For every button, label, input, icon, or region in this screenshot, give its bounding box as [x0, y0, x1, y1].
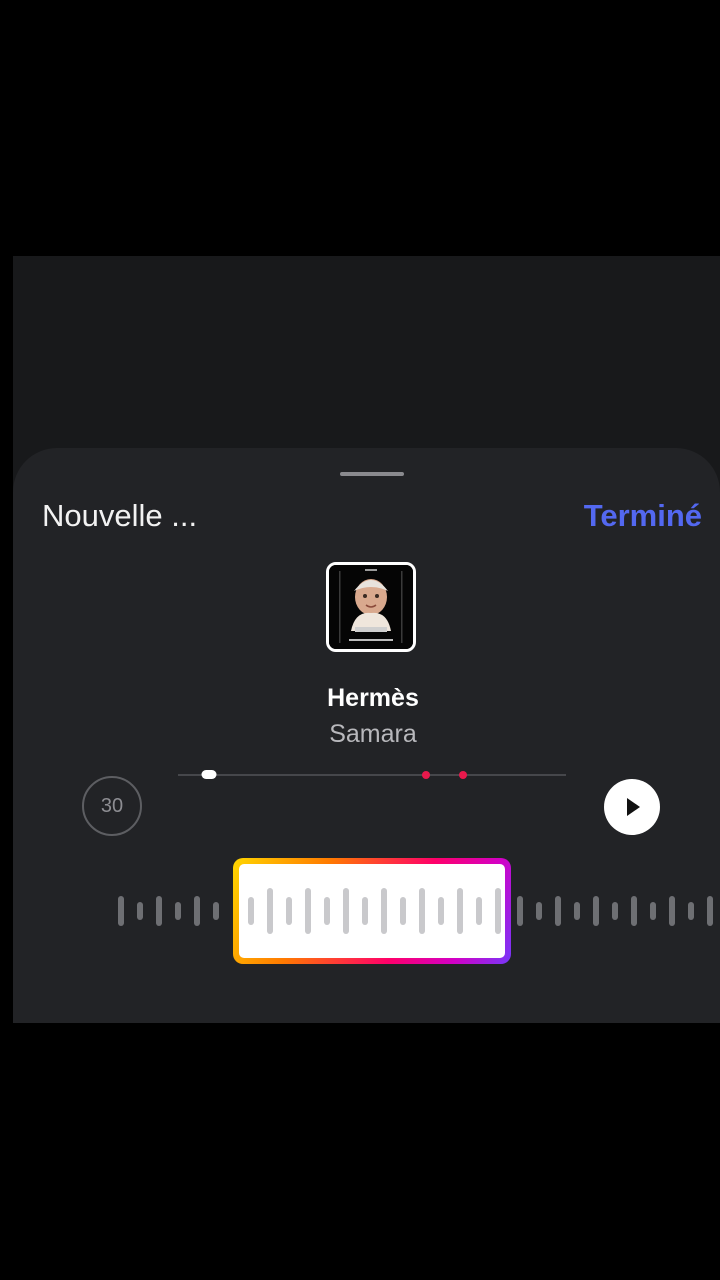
- screen: Nouvelle ... Terminé Hermès Samara 30: [0, 0, 720, 1280]
- waveform-bar: [362, 897, 368, 925]
- waveform-bar: [248, 897, 254, 925]
- waveform-bar: [419, 888, 425, 934]
- play-button[interactable]: [604, 779, 660, 835]
- waveform-bar: [343, 888, 349, 934]
- waveform-bar: [593, 896, 599, 926]
- waveform-bar: [324, 897, 330, 925]
- waveform-bar: [213, 902, 219, 920]
- waveform-bar: [612, 902, 618, 920]
- selected-waveform: [239, 864, 505, 958]
- progress-marker: [422, 771, 431, 779]
- sheet-title: Nouvelle ...: [42, 498, 198, 533]
- waveform-bar: [574, 902, 580, 920]
- waveform-bar: [175, 902, 181, 920]
- waveform-bar: [457, 888, 463, 934]
- waveform-bar: [536, 902, 542, 920]
- waveform-bar: [137, 902, 143, 920]
- waveform-bar: [707, 896, 713, 926]
- waveform-bar: [669, 896, 675, 926]
- track-progress-bar[interactable]: [178, 770, 566, 779]
- progress-thumb[interactable]: [201, 770, 217, 779]
- album-cover-image: [326, 562, 416, 652]
- done-button[interactable]: Terminé: [584, 496, 702, 536]
- waveform-bar: [305, 888, 311, 934]
- waveform-bar: [495, 888, 501, 934]
- waveform-bar: [194, 896, 200, 926]
- play-icon: [627, 798, 640, 816]
- waveform-bar: [438, 897, 444, 925]
- track-title: Hermès: [327, 684, 419, 712]
- waveform-bar: [517, 896, 523, 926]
- sheet-grabber[interactable]: [340, 472, 404, 476]
- waveform-bar: [118, 896, 124, 926]
- waveform-bar: [400, 897, 406, 925]
- waveform-bar: [381, 888, 387, 934]
- music-bottom-sheet: Nouvelle ... Terminé Hermès Samara 30: [13, 448, 720, 1023]
- waveform-bar: [688, 902, 694, 920]
- waveform-bar: [267, 888, 273, 934]
- waveform-bar: [156, 896, 162, 926]
- track-artist: Samara: [329, 720, 417, 748]
- waveform-bar: [555, 896, 561, 926]
- audio-waveform[interactable]: [13, 858, 720, 968]
- waveform-bar: [476, 897, 482, 925]
- waveform-bar: [650, 902, 656, 920]
- waveform-bar: [286, 897, 292, 925]
- waveform-bar: [631, 896, 637, 926]
- clip-duration-button[interactable]: 30: [82, 776, 142, 836]
- progress-marker: [459, 771, 468, 779]
- clip-selection-window[interactable]: [233, 858, 511, 964]
